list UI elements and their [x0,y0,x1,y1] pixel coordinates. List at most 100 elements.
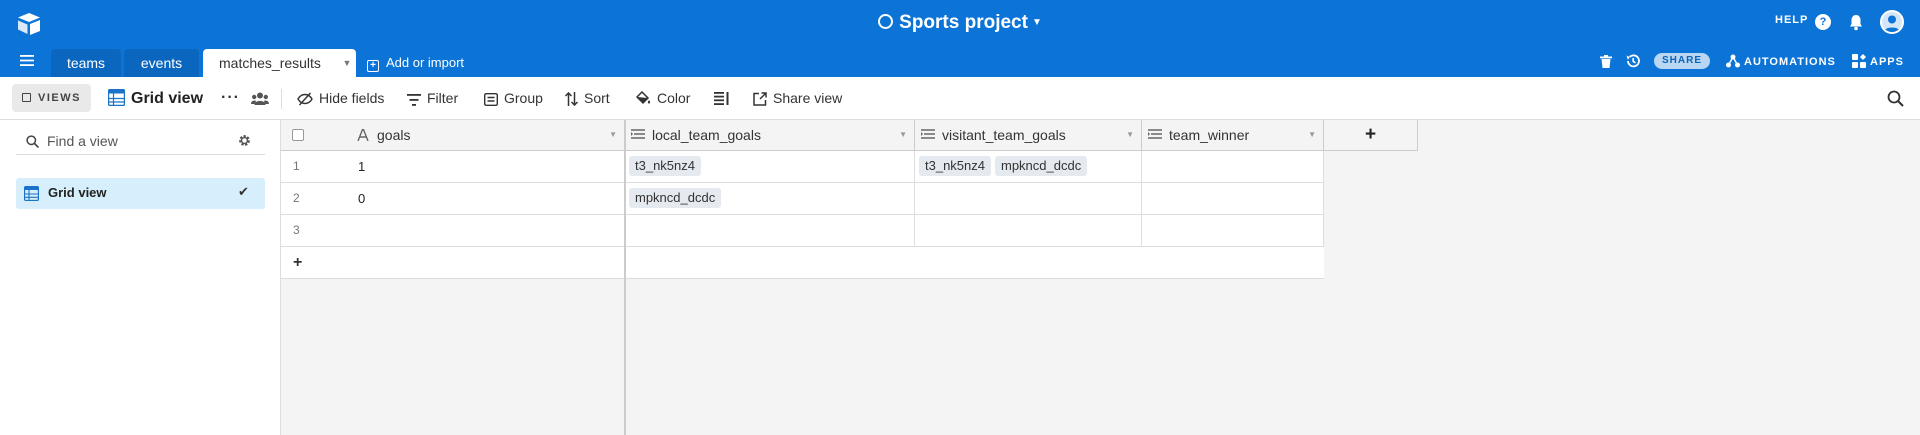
apps-icon[interactable] [1852,54,1866,68]
add-or-import-button[interactable]: + Add or import [367,49,464,77]
add-or-import-label: Add or import [386,55,465,70]
view-toolbar: VIEWS Grid view ··· Hide fields Filter G… [0,77,1920,120]
more-options-icon[interactable]: ··· [221,90,240,106]
grid-view-icon [107,88,126,107]
color-button[interactable]: Color [635,77,691,120]
team-winner-cell[interactable] [1142,151,1324,183]
column-name: team_winner [1169,127,1250,143]
local-team-goals-cell[interactable]: mpkncd_dcdc [625,183,915,215]
tab-events[interactable]: events [124,49,199,77]
automations-icon[interactable] [1726,54,1740,68]
gear-icon[interactable] [237,133,252,148]
goals-cell[interactable]: 1 [350,151,625,183]
column-header-visitant-team-goals[interactable]: visitant_team_goals ▼ [915,120,1142,151]
column-name: goals [377,127,411,143]
tab-chevron-down-icon[interactable]: ▼ [338,49,356,77]
trash-icon[interactable] [1600,55,1612,68]
sort-button[interactable]: Sort [564,77,610,120]
column-header-goals[interactable]: goals ▼ [350,120,625,151]
table-row[interactable]: 1 1 t3_nk5nz4 t3_nk5nz4 mpkncd_dcdc [281,151,1324,183]
add-column-button[interactable]: + [1324,120,1418,151]
chevron-down-icon[interactable]: ▼ [609,120,617,150]
plus-icon: + [367,60,379,72]
lookup-field-icon [921,129,935,139]
row-height-icon[interactable] [714,92,729,105]
share-view-button[interactable]: Share view [753,77,842,120]
visitant-team-goals-cell[interactable] [915,183,1142,215]
row-number: 3 [293,223,300,237]
search-icon[interactable] [1887,90,1904,107]
row-number: 2 [293,191,300,205]
frozen-column-divider [624,120,626,435]
user-icon [1884,15,1900,32]
local-team-goals-cell[interactable]: t3_nk5nz4 [625,151,915,183]
tab-matches-results[interactable]: matches_results [203,49,356,77]
find-view-input[interactable]: Find a view [16,130,265,155]
filter-icon [407,94,421,106]
views-toggle-button[interactable]: VIEWS [12,84,91,112]
linked-record-chip[interactable]: t3_nk5nz4 [629,156,701,176]
group-label: Group [504,90,543,106]
automations-button[interactable]: AUTOMATIONS [1744,56,1836,68]
toolbar-divider [281,89,282,109]
color-label: Color [657,90,691,106]
chevron-down-icon[interactable]: ▼ [899,120,907,150]
grid-header-row: goals ▼ local_team_goals ▼ visitant_team… [281,120,1324,151]
apps-button[interactable]: APPS [1870,56,1904,68]
share-view-label: Share view [773,90,843,106]
bell-icon[interactable] [1848,14,1864,31]
select-all-cell[interactable] [281,120,350,151]
table-row[interactable]: 3 [281,215,1324,247]
paint-bucket-icon [635,90,651,105]
history-icon[interactable] [1625,53,1641,69]
help-icon[interactable]: ? [1815,14,1831,30]
help-label[interactable]: HELP [1775,14,1808,26]
table-row[interactable]: 2 0 mpkncd_dcdc [281,183,1324,215]
project-title-text: Sports project [899,12,1028,33]
search-icon [26,135,39,148]
text-field-icon [357,129,369,141]
sidebar-item-label: Grid view [48,185,107,200]
views-label: VIEWS [38,92,81,104]
sidebar-item-grid-view[interactable]: Grid view ✔ [16,178,265,209]
goals-cell[interactable]: 0 [350,183,625,215]
goals-cell[interactable] [350,215,625,247]
hide-fields-button[interactable]: Hide fields [297,77,384,120]
team-winner-cell[interactable] [1142,215,1324,247]
project-title[interactable]: Sports project ▼ [0,12,1920,34]
avatar[interactable] [1880,10,1904,34]
select-all-checkbox[interactable] [292,129,304,141]
filter-button[interactable]: Filter [407,77,458,120]
local-team-goals-cell[interactable] [625,215,915,247]
views-sidebar: Find a view Grid view ✔ [0,120,281,435]
column-header-team-winner[interactable]: team_winner ▼ [1142,120,1324,151]
row-number: 1 [293,159,300,173]
column-header-local-team-goals[interactable]: local_team_goals ▼ [625,120,915,151]
linked-record-chip[interactable]: mpkncd_dcdc [995,156,1088,176]
chevron-down-icon[interactable]: ▼ [1308,120,1316,150]
grid-view-icon [24,186,39,201]
group-button[interactable]: Group [483,77,543,120]
column-name: visitant_team_goals [942,127,1066,143]
chevron-down-icon[interactable]: ▼ [1126,120,1134,150]
share-button[interactable]: SHARE [1654,53,1711,69]
filter-label: Filter [427,90,459,106]
sort-icon [564,91,579,107]
collaborators-icon[interactable] [251,92,269,105]
hamburger-menu-icon[interactable] [20,55,34,66]
visitant-team-goals-cell[interactable]: t3_nk5nz4 mpkncd_dcdc [915,151,1142,183]
eye-off-icon [297,92,313,106]
view-name-button[interactable]: Grid view [107,77,203,120]
lookup-field-icon [631,129,645,139]
visitant-team-goals-cell[interactable] [915,215,1142,247]
chevron-down-icon: ▼ [1031,17,1042,28]
grid-area: goals ▼ local_team_goals ▼ visitant_team… [281,120,1920,435]
top-bar: Sports project ▼ HELP ? teams events matc… [0,0,1920,77]
linked-record-chip[interactable]: t3_nk5nz4 [919,156,991,176]
tab-teams[interactable]: teams [51,49,121,77]
add-row-button[interactable]: + [281,247,1324,279]
hide-fields-label: Hide fields [319,90,385,106]
lookup-field-icon [1148,129,1162,139]
team-winner-cell[interactable] [1142,183,1324,215]
linked-record-chip[interactable]: mpkncd_dcdc [629,188,722,208]
